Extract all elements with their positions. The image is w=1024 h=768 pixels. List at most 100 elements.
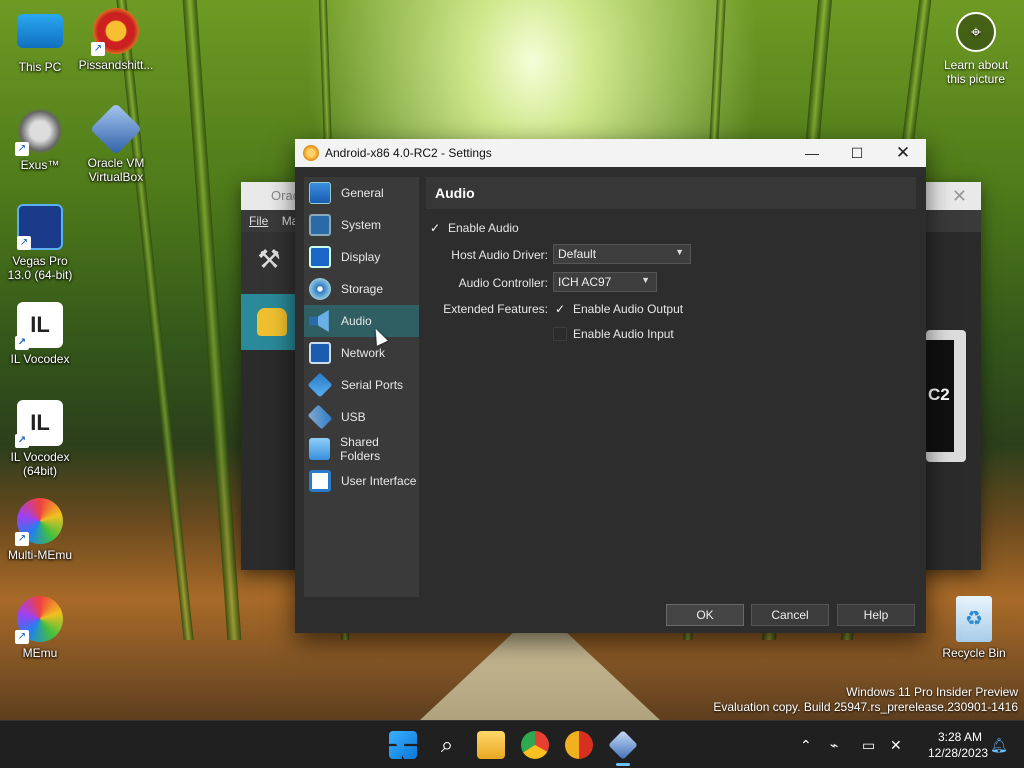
enable-audio-input-label: Enable Audio Input — [573, 327, 674, 341]
il-logo-icon: IL ↗ — [15, 400, 63, 448]
camera-icon: ⌖ — [956, 12, 996, 52]
sidebar-item-shared-folders[interactable]: Shared Folders — [304, 433, 419, 465]
serial-ports-icon — [307, 372, 333, 398]
close-button[interactable]: ✕ — [880, 139, 926, 167]
dialog-title: Android-x86 4.0-RC2 - Settings — [325, 146, 492, 160]
chrome-canary-icon: ↗ — [91, 8, 139, 56]
settings-dialog[interactable]: Android-x86 4.0-RC2 - Settings — ☐ ✕ Gen… — [295, 139, 926, 633]
clock-date: 12/28/2023 — [928, 746, 989, 760]
search-icon[interactable]: ⌕ — [433, 731, 461, 759]
host-audio-driver-select[interactable]: Default ▼ — [553, 244, 691, 264]
sidebar-item-label: Network — [341, 346, 386, 360]
sidebar-item-label: Serial Ports — [341, 378, 404, 392]
watermark-line-2: Evaluation copy. Build 25947.rs_prerelea… — [713, 700, 1018, 714]
sidebar-item-general[interactable]: General — [304, 177, 419, 209]
audio-controller-label: Audio Controller: — [458, 276, 548, 290]
notification-bell-icon[interactable]: 🔔︎ — [990, 737, 1008, 754]
sidebar-item-user-interface[interactable]: User Interface — [304, 465, 419, 497]
sound-tray-icon[interactable]: ✕ — [890, 737, 902, 754]
sidebar-item-system[interactable]: System — [304, 209, 419, 241]
start-windows-icon[interactable] — [389, 731, 417, 759]
active-app-indicator — [616, 763, 630, 766]
memu-icon: ↗ — [15, 596, 63, 644]
memu-multi-icon: ↗ — [15, 498, 63, 546]
shared-folders-icon — [309, 438, 331, 460]
sidebar-item-usb[interactable]: USB — [304, 401, 419, 433]
virtualbox-app-icon — [303, 145, 319, 161]
dialog-titlebar[interactable]: Android-x86 4.0-RC2 - Settings — ☐ ✕ — [295, 139, 926, 167]
host-audio-driver-value: Default — [558, 247, 597, 261]
audio-icon — [309, 310, 329, 332]
desktop-icon-il-vocodex-64[interactable]: IL ↗ IL Vocodex (64bit) — [0, 400, 80, 478]
network-tray-icon[interactable]: ⌁ — [830, 737, 838, 754]
sidebar-item-storage[interactable]: Storage — [304, 273, 419, 305]
chrome-icon[interactable] — [521, 731, 549, 759]
audio-controller-select[interactable]: ICH AC97 ▼ — [553, 272, 657, 292]
desktop-icon-label: Pissandshitt... — [78, 58, 154, 72]
sidebar-item-label: Display — [341, 250, 381, 264]
desktop-icon-label: Vegas Pro 13.0 (64-bit) — [7, 254, 73, 282]
enable-audio-input-checkbox[interactable]: Enable Audio Input — [553, 327, 674, 341]
watermark-line-1: Windows 11 Pro Insider Preview — [846, 685, 1018, 699]
sidebar-item-display[interactable]: Display — [304, 241, 419, 273]
desktop-icon-multi-memu[interactable]: ↗ Multi-MEmu — [0, 498, 80, 562]
display-tray-icon[interactable]: ▭ — [862, 737, 875, 754]
clock[interactable]: 3:28 AM 12/28/2023 — [928, 729, 989, 761]
cancel-button[interactable]: Cancel — [751, 604, 829, 626]
dropdown-arrow-icon: ▼ — [675, 247, 684, 257]
desktop-icon-pissandshitt[interactable]: ↗ Pissandshitt... — [76, 8, 156, 72]
checkmark-icon: ✓ — [429, 221, 441, 235]
desktop-icon-label: This PC — [18, 60, 62, 74]
tools-icon[interactable]: ⚒ — [241, 232, 297, 294]
sidebar-item-label: Storage — [341, 282, 384, 296]
general-icon — [309, 182, 331, 204]
dropdown-arrow-icon: ▼ — [641, 275, 650, 285]
chevron-up-icon[interactable]: ⌃ — [800, 737, 812, 754]
desktop-icon-il-vocodex[interactable]: IL ↗ IL Vocodex — [0, 302, 80, 366]
checkmark-icon: ✓ — [554, 302, 566, 316]
desktop-icon-label: Exus™ — [20, 158, 60, 172]
clock-time: 3:28 AM — [937, 730, 982, 744]
sidebar-item-label: General — [341, 186, 384, 200]
desktop-icon-exus[interactable]: ↗ Exus™ — [0, 108, 80, 172]
settings-content: Audio ✓ Enable Audio Host Audio Driver: … — [426, 177, 916, 597]
sidebar-item-label: USB — [341, 410, 366, 424]
sidebar-item-label: User Interface — [341, 474, 417, 488]
desktop-icon-label: MEmu — [22, 646, 58, 660]
desktop-icon-vegas-pro[interactable]: ↗ Vegas Pro 13.0 (64-bit) — [0, 204, 80, 282]
virtualbox-taskbar-icon[interactable] — [608, 730, 638, 760]
sidebar-item-serial-ports[interactable]: Serial Ports — [304, 369, 419, 401]
learn-about-picture[interactable]: ⌖ Learn about this picture — [938, 12, 1014, 86]
vm-preview: C2 — [926, 330, 966, 462]
enable-audio-output-checkbox[interactable]: ✓ Enable Audio Output — [553, 302, 683, 316]
desktop-icon-label: IL Vocodex — [10, 352, 70, 366]
learn-about-label: Learn about this picture — [943, 58, 1009, 86]
sidebar-item-network[interactable]: Network — [304, 337, 419, 369]
section-title: Audio — [426, 177, 916, 209]
enable-audio-output-label: Enable Audio Output — [573, 302, 684, 316]
close-icon[interactable]: ✕ — [952, 186, 967, 207]
ok-button[interactable]: OK — [666, 604, 744, 626]
desktop-icon-recycle-bin[interactable]: ♻ Recycle Bin — [934, 596, 1014, 660]
sidebar-item-label: Audio — [341, 314, 372, 328]
help-button[interactable]: Help — [837, 604, 915, 626]
sidebar-item-audio[interactable]: Audio — [304, 305, 419, 337]
usb-icon — [307, 404, 333, 430]
desktop-icon-memu[interactable]: ↗ MEmu — [0, 596, 80, 660]
maximize-button[interactable]: ☐ — [834, 139, 880, 167]
selected-vm-item[interactable] — [241, 294, 297, 350]
file-explorer-icon[interactable] — [477, 731, 505, 759]
desktop-icon-this-pc[interactable]: This PC — [0, 10, 80, 74]
vm-preview-text: C2 — [926, 340, 954, 452]
menu-file[interactable]: File — [249, 214, 268, 228]
desktop-icon-virtualbox[interactable]: Oracle VM VirtualBox — [76, 102, 156, 184]
il-logo-icon: IL ↗ — [15, 302, 63, 350]
enable-audio-checkbox[interactable]: ✓ Enable Audio — [428, 221, 519, 235]
skull-icon: ↗ — [15, 108, 63, 156]
virtualbox-icon — [89, 102, 143, 156]
chrome-canary-icon[interactable] — [565, 731, 593, 759]
user-interface-icon — [309, 470, 331, 492]
minimize-button[interactable]: — — [789, 139, 835, 167]
taskbar: ⌕ ⌃ ⌁ ▭ ✕ 3:28 AM 12/28/2023 🔔︎ — [0, 720, 1024, 768]
android-vm-icon — [257, 308, 287, 336]
